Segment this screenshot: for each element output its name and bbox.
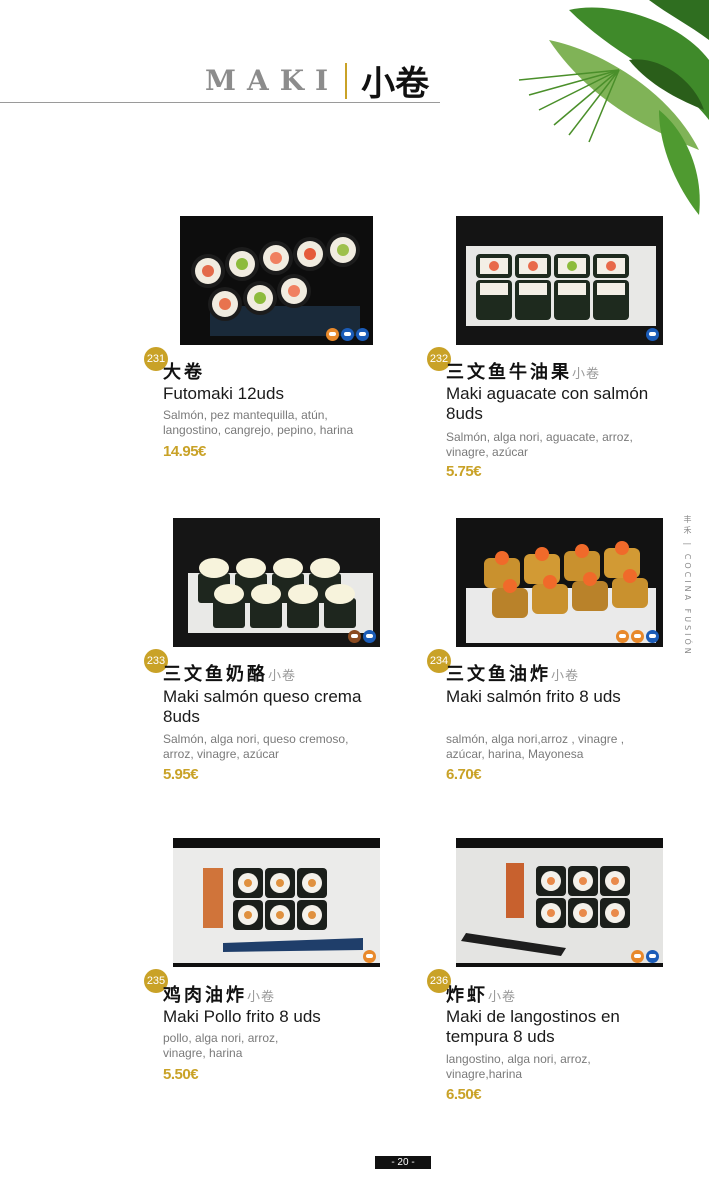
wheat-icon — [631, 950, 644, 963]
title-latin: MAKI — [205, 64, 340, 97]
allergen-icons — [326, 328, 369, 341]
item-name: Maki salmón frito 8 uds — [446, 687, 621, 706]
item-description: Salmón, alga nori, aguacate, arroz, vina… — [446, 430, 633, 459]
maki-pollo-photo — [173, 838, 380, 967]
page-title: MAKI 小卷 — [205, 56, 429, 105]
allergen-icons — [631, 950, 659, 963]
crab-icon — [646, 950, 659, 963]
item-chinese-name: 三文鱼油炸小卷 — [446, 664, 580, 685]
item-chinese-name: 三文鱼牛油果小卷 — [446, 362, 601, 383]
maki-queso-photo — [173, 518, 380, 647]
side-brand-label: 丰禾 | COCINA FUSIÓN — [683, 515, 692, 657]
wheat-icon — [363, 950, 376, 963]
item-description: pollo, alga nori, arroz, vinagre, harina — [163, 1031, 279, 1060]
maki-aguacate-photo — [456, 216, 663, 345]
allergen-icons — [363, 950, 376, 963]
fish-icon — [646, 630, 659, 643]
item-price: 5.95€ — [163, 766, 199, 783]
item-price: 5.50€ — [163, 1066, 199, 1083]
crab-icon — [356, 328, 369, 341]
allergen-icons — [348, 630, 376, 643]
item-chinese-name: 鸡肉油炸小卷 — [163, 985, 276, 1006]
item-chinese-name: 炸虾小卷 — [446, 985, 517, 1006]
title-chinese: 小卷 — [361, 64, 430, 104]
item-chinese-name: 大卷 — [163, 362, 205, 383]
item-price: 5.75€ — [446, 463, 482, 480]
egg-icon — [631, 630, 644, 643]
item-name: Maki aguacate con salmón 8uds — [446, 384, 649, 423]
futomaki-photo — [180, 216, 373, 345]
item-price: 6.50€ — [446, 1086, 482, 1103]
milk-icon — [348, 630, 361, 643]
item-name: Futomaki 12uds — [163, 384, 284, 403]
page-number: - 20 - — [375, 1156, 431, 1169]
item-chinese-name: 三文鱼奶酪小卷 — [163, 664, 297, 685]
item-description: Salmón, alga nori, queso cremoso, arroz,… — [163, 732, 349, 761]
item-description: langostino, alga nori, arroz, vinagre,ha… — [446, 1052, 591, 1081]
item-description: Salmón, pez mantequilla, atún, langostin… — [163, 408, 354, 437]
fish-icon — [341, 328, 354, 341]
item-description: salmón, alga nori,arroz , vinagre , azúc… — [446, 732, 625, 761]
palm-leaves-decoration — [518, 0, 709, 215]
item-name: Maki de langostinos en tempura 8 uds — [446, 1007, 620, 1046]
item-price: 14.95€ — [163, 443, 206, 460]
item-name: Maki Pollo frito 8 uds — [163, 1007, 321, 1026]
item-price: 6.70€ — [446, 766, 482, 783]
fish-icon — [646, 328, 659, 341]
fish-icon — [363, 630, 376, 643]
title-separator — [345, 62, 348, 99]
maki-langostinos-photo — [456, 838, 663, 967]
allergen-icons — [616, 630, 659, 643]
allergen-icons — [646, 328, 659, 341]
maki-frito-photo — [456, 518, 663, 647]
wheat-icon — [616, 630, 629, 643]
header-divider — [0, 102, 440, 103]
wheat-icon — [326, 328, 339, 341]
item-name: Maki salmón queso crema 8uds — [163, 687, 362, 726]
